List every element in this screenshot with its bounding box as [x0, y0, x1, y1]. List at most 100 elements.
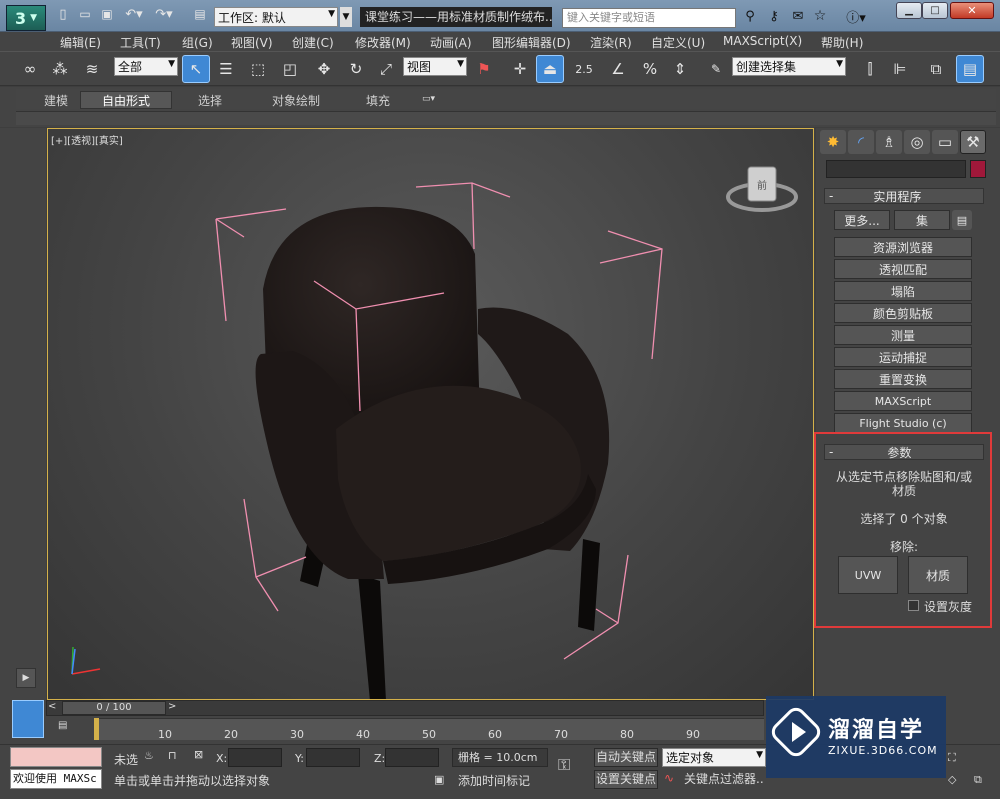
modify-tab-icon[interactable]: ◜: [848, 130, 874, 154]
remove-uvw-button[interactable]: UVW: [838, 556, 898, 594]
new-file-icon[interactable]: ▯: [54, 4, 72, 24]
object-color-swatch[interactable]: [970, 160, 986, 178]
hierarchy-tab-icon[interactable]: ♗: [876, 130, 902, 154]
ribbon-tab[interactable]: 选择: [198, 92, 222, 109]
minimize-button[interactable]: ▁: [896, 2, 922, 19]
project-folder-icon[interactable]: ▤: [190, 4, 210, 24]
add-time-tag[interactable]: 添加时间标记: [454, 771, 550, 791]
menu-item[interactable]: 工具(T): [120, 34, 161, 51]
window-crossing-icon[interactable]: ◰: [276, 55, 304, 83]
auto-key-button[interactable]: 自动关键点: [594, 748, 658, 767]
named-selection-set-select[interactable]: 创建选择集 ▼: [732, 57, 846, 76]
scene-explorer-icon[interactable]: ▤: [956, 55, 984, 83]
rotate-icon[interactable]: ↻: [342, 55, 370, 83]
maximize-viewport-icon[interactable]: ⧉: [974, 773, 992, 789]
percent-snap-icon[interactable]: %: [636, 55, 664, 83]
rect-selection-region-icon[interactable]: ⬚: [244, 55, 272, 83]
align-icon[interactable]: ⊫: [886, 55, 914, 83]
binoculars-icon[interactable]: ⚲: [740, 6, 760, 26]
utility-btn-1[interactable]: 透视匹配: [834, 259, 972, 279]
select-by-name-icon[interactable]: ☰: [212, 55, 240, 83]
move-icon[interactable]: ✥: [310, 55, 338, 83]
favorites-star-icon[interactable]: ☆: [810, 6, 830, 26]
keyboard-shortcut-icon[interactable]: ⏏: [536, 55, 564, 83]
key-mode-icon[interactable]: ⚿: [558, 755, 590, 777]
utility-btn-8[interactable]: Flight Studio (c): [834, 413, 972, 433]
zoom-extents-icon[interactable]: ⛶: [948, 751, 966, 767]
pivot-center-icon[interactable]: ⚑: [470, 55, 498, 83]
search-input[interactable]: 键入关键字或短语: [562, 8, 736, 28]
motion-tab-icon[interactable]: ◎: [904, 130, 930, 154]
lock-icon[interactable]: ⊓: [168, 749, 182, 765]
z-coord-field[interactable]: [385, 748, 439, 767]
menu-item[interactable]: 修改器(M): [355, 34, 411, 51]
ribbon-tab[interactable]: 自由形式: [102, 92, 150, 109]
workspace-select[interactable]: 工作区: 默认 ▼: [214, 7, 338, 27]
orbit-icon[interactable]: ◇: [948, 773, 966, 789]
spinner-snap-icon[interactable]: ⇕: [666, 55, 694, 83]
communication-icon[interactable]: ✉: [788, 6, 808, 26]
gray-checkbox[interactable]: [908, 600, 919, 611]
more-dropdown-icon[interactable]: ▼: [340, 7, 352, 27]
isolate-icon[interactable]: ♨: [144, 749, 158, 765]
maxscript-listener-top[interactable]: [10, 747, 102, 767]
key-filter-curve-icon[interactable]: ∿: [664, 771, 682, 789]
help-icon[interactable]: ⓘ▾: [842, 6, 870, 26]
maximize-button[interactable]: □: [922, 2, 948, 19]
menu-item[interactable]: 动画(A): [430, 34, 472, 51]
more-utilities-button[interactable]: 更多...: [834, 210, 890, 230]
perspective-viewport[interactable]: [+][透视][真实] 前: [47, 128, 814, 700]
viewcube-face-label[interactable]: 前: [753, 177, 771, 192]
set-key-button[interactable]: 设置关键点: [594, 770, 658, 789]
bind-spacewarp-icon[interactable]: ≋: [78, 55, 106, 83]
key-object-select[interactable]: 选定对象 ▼: [662, 748, 766, 767]
ribbon-tab[interactable]: 对象绘制: [272, 92, 320, 109]
unlink-icon[interactable]: ⁂: [46, 55, 74, 83]
select-object-icon[interactable]: ↖: [182, 55, 210, 83]
display-tab-icon[interactable]: ▭: [932, 130, 958, 154]
mini-curve-button[interactable]: [12, 700, 44, 738]
subscription-key-icon[interactable]: ⚷: [764, 6, 784, 26]
object-name-field[interactable]: [826, 160, 966, 178]
menu-item[interactable]: 自定义(U): [651, 34, 705, 51]
create-tab-icon[interactable]: ✸: [820, 130, 846, 154]
snap-toggle-icon[interactable]: 2.5: [570, 55, 598, 83]
key-filters-button[interactable]: 关键点过滤器...: [684, 771, 764, 790]
layer-manager-icon[interactable]: ⧉: [922, 55, 950, 83]
redo-icon[interactable]: ↷▾: [152, 4, 176, 24]
utility-btn-6[interactable]: 重置变换: [834, 369, 972, 389]
utility-btn-0[interactable]: 资源浏览器: [834, 237, 972, 257]
reference-coord-select[interactable]: 视图 ▼: [403, 57, 467, 76]
configure-sets-icon[interactable]: ▤: [952, 210, 972, 230]
app-logo[interactable]: 3 ▼: [6, 5, 46, 31]
time-tag-icon[interactable]: ▣: [434, 773, 450, 789]
filter-keys-icon[interactable]: ▤: [58, 720, 78, 738]
mirror-icon[interactable]: ⫿: [856, 55, 884, 83]
close-button[interactable]: ✕: [950, 2, 994, 19]
utility-btn-2[interactable]: 塌陷: [834, 281, 972, 301]
ribbon-tab[interactable]: 建模: [44, 92, 68, 109]
ribbon-tab[interactable]: 填充: [366, 92, 390, 109]
save-icon[interactable]: ▣: [98, 4, 116, 24]
utility-btn-3[interactable]: 颜色剪贴板: [834, 303, 972, 323]
selection-filter-select[interactable]: 全部 ▼: [114, 57, 178, 76]
select-manipulate-icon[interactable]: ✛: [506, 55, 534, 83]
params-rollout-header[interactable]: - 参数: [824, 444, 984, 460]
x-coord-field[interactable]: [228, 748, 282, 767]
menu-item[interactable]: 创建(C): [292, 34, 334, 51]
open-file-icon[interactable]: ▭: [76, 4, 94, 24]
menu-item[interactable]: 帮助(H): [821, 34, 863, 51]
time-prev-arrow[interactable]: <: [48, 701, 62, 715]
utilities-tab-icon[interactable]: ⚒: [960, 130, 986, 154]
menu-item[interactable]: 组(G): [182, 34, 213, 51]
time-next-arrow[interactable]: >: [168, 701, 182, 715]
menu-item[interactable]: 图形编辑器(D): [492, 34, 571, 51]
ribbon-options-icon[interactable]: ▭▾: [422, 94, 444, 106]
sets-button[interactable]: 集: [894, 210, 950, 230]
maxscript-listener[interactable]: 欢迎使用 MAXSc: [10, 769, 102, 789]
menu-item[interactable]: MAXScript(X): [723, 34, 802, 48]
utility-btn-7[interactable]: MAXScript: [834, 391, 972, 411]
utility-btn-4[interactable]: 测量: [834, 325, 972, 345]
expand-arrow-icon[interactable]: ▶: [16, 668, 36, 688]
undo-icon[interactable]: ↶▾: [122, 4, 146, 24]
